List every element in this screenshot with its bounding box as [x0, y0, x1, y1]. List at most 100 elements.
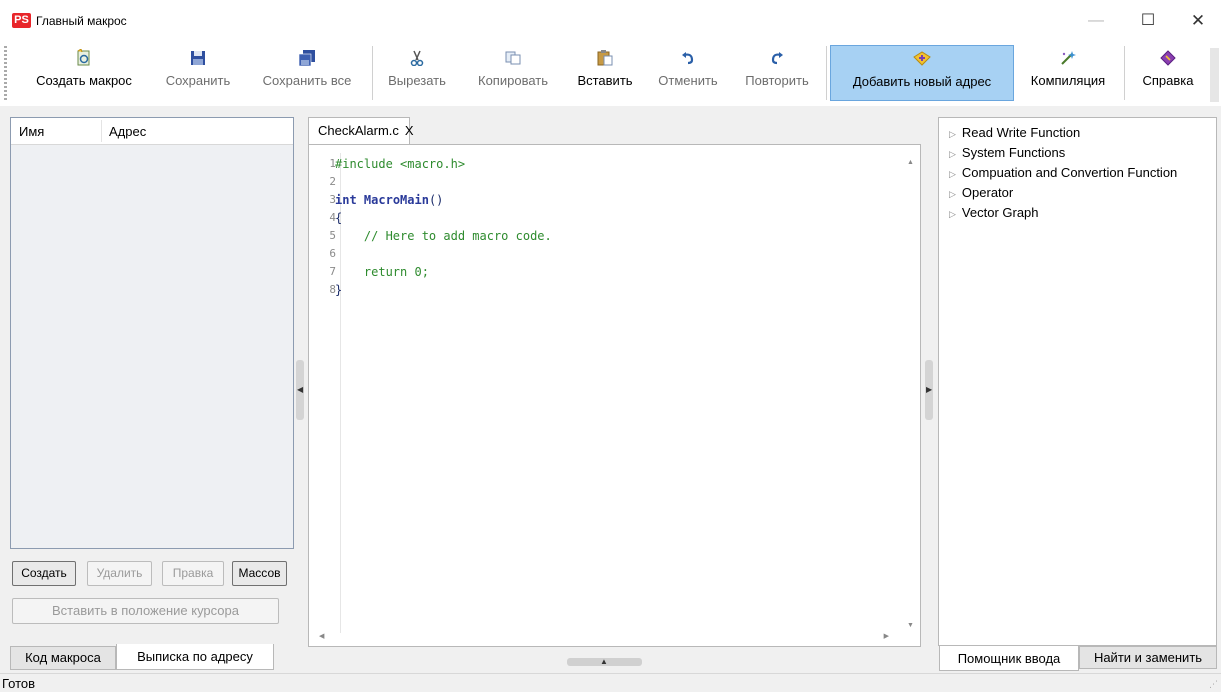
code-editor[interactable]: 1 2 3 4 5 6 7 8 #include <macro.h> int M…: [308, 144, 921, 647]
tree-item-label: Read Write Function: [961, 125, 1081, 140]
tab-find-replace[interactable]: Найти и заменить: [1079, 646, 1217, 669]
status-bar: Готов ⋰: [0, 673, 1221, 692]
create-macro-button[interactable]: Создать макрос: [24, 45, 144, 101]
tree-item-computation[interactable]: ▷ Compuation and Convertion Function: [949, 165, 1177, 180]
tab-macro-code[interactable]: Код макроса: [10, 646, 116, 670]
save-button[interactable]: Сохранить: [157, 45, 239, 101]
expand-bottom-icon: ▲: [600, 657, 608, 666]
toolbar-separator: [372, 46, 373, 100]
redo-icon: [770, 51, 784, 68]
maximize-button[interactable]: ☐: [1128, 8, 1168, 34]
minimize-button[interactable]: —: [1076, 8, 1116, 34]
mass-button[interactable]: Массов: [232, 561, 287, 586]
editor-tab-label: CheckAlarm.c: [318, 123, 399, 138]
code-line-include: #include <macro.h>: [335, 157, 466, 171]
title-bar: PS Главный макрос — ☐ ✕: [0, 0, 1221, 40]
cut-button[interactable]: Вырезать: [380, 45, 454, 101]
column-divider[interactable]: [101, 120, 102, 142]
tree-expand-icon[interactable]: ▷: [949, 189, 956, 199]
paste-icon: [597, 49, 613, 69]
tree-item-vector-graph[interactable]: ▷ Vector Graph: [949, 205, 1039, 220]
tree-item-label: Compuation and Convertion Function: [961, 165, 1178, 180]
tree-item-system-functions[interactable]: ▷ System Functions: [949, 145, 1065, 160]
code-function-name: MacroMain: [363, 193, 429, 207]
delete-button[interactable]: Удалить: [87, 561, 152, 586]
bottom-splitter-handle[interactable]: ▲: [567, 657, 642, 666]
add-new-address-label: Добавить новый адрес: [852, 74, 992, 89]
editor-tab-close-icon[interactable]: X: [405, 123, 414, 138]
code-line-comment: // Here to add macro code.: [335, 229, 552, 243]
editor-tab-checkalarm[interactable]: CheckAlarm.c X: [308, 117, 414, 145]
code-keyword: int: [335, 193, 357, 207]
editor-vertical-scrollbar[interactable]: ▲ ▼: [906, 159, 916, 629]
address-list-panel: Имя Адрес: [10, 117, 294, 549]
left-splitter-handle[interactable]: ◀: [296, 360, 304, 420]
add-address-icon: [913, 50, 931, 70]
tab-address-list[interactable]: Выписка по адресу: [116, 644, 274, 670]
column-header-address[interactable]: Адрес: [109, 124, 146, 139]
redo-label: Повторить: [745, 73, 809, 88]
column-header-name[interactable]: Имя: [19, 124, 44, 139]
compile-button[interactable]: Компиляция: [1018, 45, 1118, 101]
editor-horizontal-scrollbar[interactable]: ◀ ▶: [319, 632, 889, 642]
tree-item-operator[interactable]: ▷ Operator: [949, 185, 1013, 200]
toolbar-separator: [826, 46, 827, 100]
redo-button[interactable]: Повторить: [735, 45, 819, 101]
tree-expand-icon[interactable]: ▷: [949, 209, 956, 219]
create-macro-label: Создать макрос: [36, 73, 132, 88]
tab-input-helper[interactable]: Помощник ввода: [939, 646, 1079, 671]
edit-button[interactable]: Правка: [162, 561, 224, 586]
copy-button[interactable]: Копировать: [464, 45, 562, 101]
input-helper-panel: ▷ Read Write Function ▷ System Functions ▷…: [938, 117, 1217, 646]
help-label: Справка: [1142, 73, 1194, 88]
tree-item-label: Vector Graph: [961, 205, 1039, 220]
save-all-label: Сохранить все: [262, 73, 352, 88]
help-button[interactable]: Справка: [1132, 45, 1204, 101]
tree-item-label: System Functions: [961, 145, 1066, 160]
copy-label: Копировать: [478, 73, 548, 88]
scroll-down-icon[interactable]: ▼: [907, 622, 914, 629]
tree-item-read-write[interactable]: ▷ Read Write Function: [949, 125, 1080, 140]
wand-icon: [1059, 50, 1077, 69]
paste-label: Вставить: [577, 73, 633, 88]
compile-label: Компиляция: [1030, 73, 1106, 88]
insert-at-cursor-button[interactable]: Вставить в положение курсора: [12, 598, 279, 624]
undo-icon: [681, 51, 695, 68]
code-line-open-brace: {: [335, 211, 343, 225]
collapse-right-icon: ▶: [926, 385, 933, 394]
scroll-up-icon[interactable]: ▲: [907, 159, 914, 166]
code-content[interactable]: #include <macro.h> int MacroMain() { // …: [335, 155, 552, 299]
scroll-left-icon[interactable]: ◀: [319, 632, 324, 640]
resize-grip-icon[interactable]: ⋰: [1209, 679, 1218, 690]
tree-expand-icon[interactable]: ▷: [949, 129, 956, 139]
paste-button[interactable]: Вставить: [568, 45, 642, 101]
scroll-right-icon[interactable]: ▶: [884, 632, 889, 640]
app-logo-icon: PS: [12, 13, 31, 28]
add-new-address-button[interactable]: Добавить новый адрес: [830, 45, 1014, 101]
code-line-close-brace: }: [335, 283, 343, 297]
status-text: Готов: [2, 676, 36, 691]
undo-button[interactable]: Отменить: [649, 45, 727, 101]
save-all-icon: [298, 49, 316, 69]
copy-icon: [505, 51, 521, 68]
create-button[interactable]: Создать: [12, 561, 76, 586]
window-title: Главный макрос: [36, 14, 127, 28]
new-file-icon: [75, 47, 93, 70]
toolbar-separator: [1124, 46, 1125, 100]
code-parens: (): [428, 193, 444, 207]
help-book-icon: [1160, 49, 1176, 69]
tree-expand-icon[interactable]: ▷: [949, 149, 956, 159]
save-icon: [190, 50, 206, 69]
tree-item-label: Operator: [961, 185, 1014, 200]
tree-expand-icon[interactable]: ▷: [949, 169, 956, 179]
code-line-function: int MacroMain(): [335, 191, 552, 209]
save-all-button[interactable]: Сохранить все: [252, 45, 362, 101]
list-header: Имя Адрес: [11, 118, 293, 145]
toolbar-grip[interactable]: [4, 46, 7, 101]
toolbar: Создать макрос Сохранить Сохранить все В…: [0, 40, 1221, 106]
close-button[interactable]: ✕: [1178, 8, 1218, 34]
right-splitter-handle[interactable]: ▶: [925, 360, 933, 420]
toolbar-scroll[interactable]: [1210, 48, 1219, 102]
